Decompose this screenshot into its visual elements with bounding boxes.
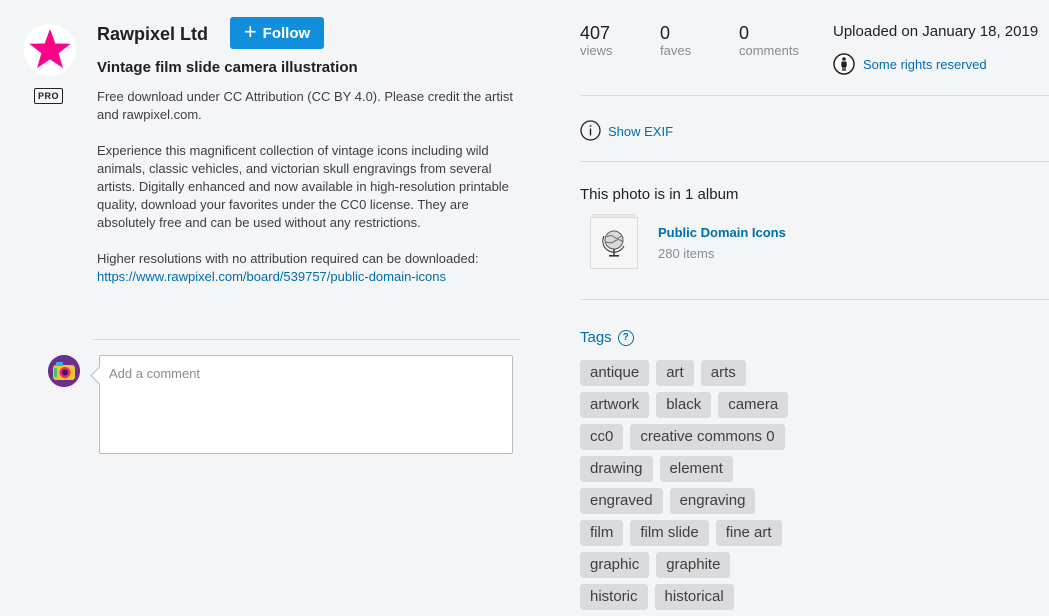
pro-badge: PRO	[34, 88, 63, 104]
description-paragraph: Higher resolutions with no attribution r…	[97, 251, 479, 266]
tag-row: artwork black camera	[580, 392, 820, 418]
tag-list: antique art arts artwork black camera cc0 creat…	[580, 360, 820, 616]
comment-input[interactable]	[100, 356, 512, 453]
tag[interactable]: antique	[580, 360, 650, 386]
tag-row: antique art arts	[580, 360, 820, 386]
tag[interactable]: film slide	[630, 520, 709, 546]
stat-label: comments	[739, 43, 799, 58]
tag[interactable]: creative commons 0	[630, 424, 785, 450]
tag-row: drawing element	[580, 456, 820, 482]
album-count: 280 items	[658, 246, 715, 261]
photo-title: Vintage film slide camera illustration	[97, 59, 358, 76]
tag-row: engraved engraving	[580, 488, 820, 514]
info-icon[interactable]	[580, 120, 601, 141]
tag[interactable]: fine art	[715, 520, 782, 546]
stat-faves: 0 faves	[660, 23, 691, 58]
pink-star-icon	[24, 24, 76, 76]
tag[interactable]: drawing	[580, 456, 653, 482]
tag[interactable]: engraved	[580, 488, 663, 514]
tag[interactable]: film	[580, 520, 624, 546]
globe-thumbnail-icon	[602, 230, 625, 257]
divider	[580, 95, 1049, 96]
tag[interactable]: engraving	[669, 488, 756, 514]
plus-icon: +	[243, 19, 257, 44]
tag[interactable]: artwork	[580, 392, 650, 418]
upload-date: Uploaded on January 18, 2019	[833, 23, 1039, 40]
stat-value: 0	[739, 23, 750, 43]
stat-comments: 0 comments	[739, 23, 799, 58]
album-thumbnail[interactable]	[590, 217, 638, 269]
stat-label: faves	[660, 43, 692, 58]
tag[interactable]: cc0	[580, 424, 624, 450]
tag[interactable]: arts	[700, 360, 746, 386]
commenter-avatar[interactable]	[48, 355, 80, 387]
description-paragraph: Experience this magnificent collection o…	[97, 143, 509, 230]
tag[interactable]: graphic	[580, 552, 650, 578]
owner-avatar[interactable]	[24, 24, 76, 76]
tag[interactable]: art	[656, 360, 694, 386]
stat-views: 407 views	[580, 23, 613, 58]
stat-value: 407	[580, 23, 611, 43]
camera-avatar-icon	[48, 355, 80, 387]
photo-description: Free download under CC Attribution (CC B…	[97, 88, 517, 286]
stat-label: views	[580, 43, 613, 58]
tag-row: historic historical	[580, 584, 820, 610]
album-name-link[interactable]: Public Domain Icons	[658, 225, 786, 240]
stat-value: 0	[660, 23, 671, 43]
follow-button[interactable]: + Follow	[230, 17, 324, 49]
board-link[interactable]: https://www.rawpixel.com/board/539757/pu…	[97, 269, 446, 284]
album-heading: This photo is in 1 album	[580, 186, 739, 203]
description-paragraph: Free download under CC Attribution (CC B…	[97, 89, 513, 122]
divider	[92, 339, 520, 340]
comment-box[interactable]	[99, 355, 513, 454]
tags-heading-label: Tags	[580, 329, 612, 346]
divider	[580, 161, 1049, 162]
follow-label: Follow	[262, 24, 311, 42]
tag-row: graphic graphite	[580, 552, 820, 578]
tag-row: cc0 creative commons 0	[580, 424, 820, 450]
divider	[580, 299, 1049, 300]
license-link[interactable]: Some rights reserved	[863, 57, 987, 72]
tag[interactable]: camera	[718, 392, 789, 418]
help-icon[interactable]: ?	[617, 330, 634, 346]
tag[interactable]: element	[659, 456, 733, 482]
tag[interactable]: historical	[654, 584, 734, 610]
tag[interactable]: historic	[580, 584, 648, 610]
tag-row: film film slide fine art	[580, 520, 820, 546]
tag[interactable]: graphite	[656, 552, 731, 578]
tag[interactable]: black	[656, 392, 712, 418]
show-exif-link[interactable]: Show EXIF	[608, 124, 673, 139]
cc-attribution-person-icon	[833, 53, 855, 75]
owner-name[interactable]: Rawpixel Ltd	[97, 23, 208, 45]
tags-heading: Tags ?	[580, 329, 634, 347]
